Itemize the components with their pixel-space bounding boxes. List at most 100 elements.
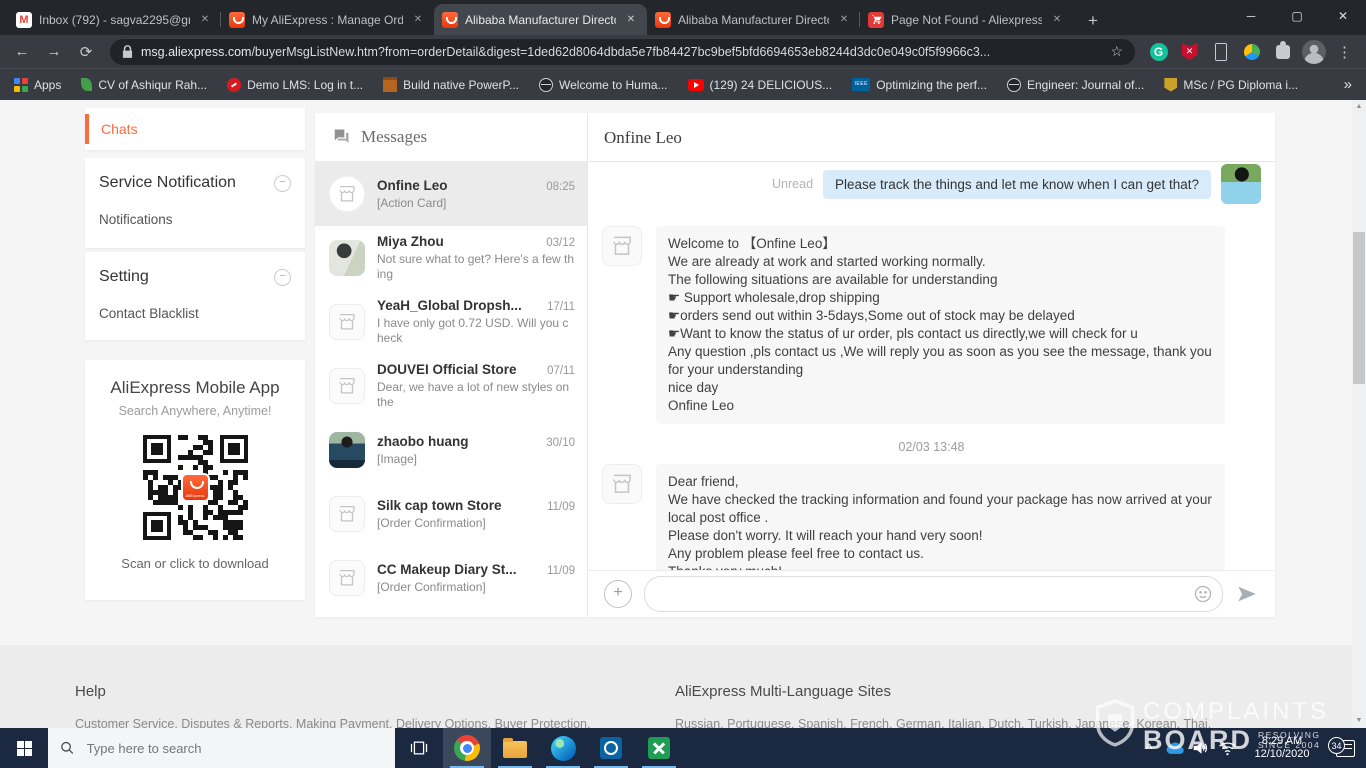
reload-button[interactable]: ⟳ — [72, 43, 100, 61]
conversation-time: 30/10 — [546, 437, 575, 449]
taskbar-edge-button[interactable] — [539, 728, 587, 768]
tab-gmail-inbox[interactable]: M Inbox (792) - sagva2295@gma ✕ — [8, 4, 221, 35]
contact-photo-avatar — [329, 432, 365, 468]
conversation-yeah-global[interactable]: YeaH_Global Dropsh...17/11 I have only g… — [315, 290, 587, 354]
bookmark-welcome-huma[interactable]: Welcome to Huma... — [539, 78, 667, 92]
tab-close-icon[interactable]: ✕ — [197, 12, 213, 28]
mcafee-extension-icon[interactable]: ✕ — [1176, 43, 1203, 60]
window-close-button[interactable]: ✕ — [1320, 0, 1366, 35]
bookmark-ieee[interactable]: IEEEOptimizing the perf... — [852, 78, 987, 92]
colorful-extension-icon[interactable] — [1238, 44, 1265, 60]
back-button[interactable]: ← — [8, 43, 36, 60]
minimize-button[interactable]: ─ — [1228, 0, 1274, 35]
tab-close-icon[interactable]: ✕ — [836, 12, 852, 28]
conversation-silk-cap-town[interactable]: Silk cap town Store11/09 [Order Confirma… — [315, 482, 587, 546]
profile-avatar[interactable] — [1300, 40, 1327, 64]
taskbar-excel-button[interactable] — [635, 728, 683, 768]
browser-tab-bar: M Inbox (792) - sagva2295@gma ✕ My AliEx… — [0, 0, 1366, 35]
emoji-smiley-icon[interactable] — [1193, 584, 1213, 604]
maximize-button[interactable]: ▢ — [1274, 0, 1320, 35]
bookmark-msc-diploma[interactable]: MSc / PG Diploma i... — [1164, 78, 1298, 92]
bookmarks-overflow-chevron[interactable]: » — [1344, 76, 1352, 93]
user-photo-avatar — [1221, 164, 1261, 204]
mobile-device-icon[interactable] — [1207, 43, 1234, 61]
chat-input-bar: + — [588, 570, 1275, 617]
windows-logo-icon — [17, 741, 32, 756]
conversation-preview: [Image] — [377, 452, 575, 467]
taskbar-search-box[interactable] — [48, 728, 395, 768]
sidebar-item-contact-blacklist[interactable]: Contact Blacklist — [85, 286, 305, 321]
incoming-message-bubble: Dear friend, We have checked the trackin… — [656, 464, 1225, 570]
ieee-icon: IEEE — [852, 78, 870, 91]
conversation-name: YeaH_Global Dropsh... — [377, 298, 522, 313]
tab-page-not-found[interactable]: Page Not Found - Aliexpress.c ✕ — [860, 4, 1073, 35]
message-timestamp: 02/03 13:48 — [602, 440, 1261, 454]
bookmark-powerapps[interactable]: Build native PowerP... — [383, 77, 519, 92]
tab-close-icon[interactable]: ✕ — [1049, 12, 1065, 28]
conversation-miya-zhou[interactable]: Miya Zhou03/12 Not sure what to get? Her… — [315, 226, 587, 290]
promo-title: AliExpress Mobile App — [85, 360, 305, 398]
bookmark-star-icon[interactable]: ☆ — [1110, 43, 1123, 60]
app-download-qr-code[interactable]: AliExpress — [137, 429, 254, 546]
conversation-cc-makeup-diary[interactable]: CC Makeup Diary St...11/09 [Order Confir… — [315, 546, 587, 610]
scroll-up-icon[interactable]: ▲ — [1352, 100, 1366, 114]
taskbar-outlook-button[interactable] — [587, 728, 635, 768]
aliexpress-favicon-icon — [655, 12, 671, 28]
start-button[interactable] — [0, 728, 48, 768]
attach-plus-button[interactable]: + — [604, 580, 632, 608]
store-avatar-icon — [329, 560, 365, 596]
address-bar[interactable]: msg.aliexpress.com/buyerMsgListNew.htm?f… — [110, 39, 1135, 65]
store-avatar-icon — [329, 368, 365, 404]
conversation-douvei[interactable]: DOUVEI Official Store07/11 Dear, we have… — [315, 354, 587, 418]
conversation-onfine-leo[interactable]: Onfine Leo08:25 [Action Card] — [315, 162, 587, 226]
taskbar-file-explorer-button[interactable] — [491, 728, 539, 768]
conversation-time: 11/09 — [547, 501, 575, 513]
grammarly-extension-icon[interactable]: G — [1145, 43, 1172, 61]
task-view-button[interactable] — [395, 728, 443, 768]
outgoing-message-bubble: Please track the things and let me know … — [823, 170, 1211, 199]
tab-my-aliexpress-orders[interactable]: My AliExpress : Manage Order ✕ — [221, 4, 434, 35]
page-scrollbar[interactable]: ▲ ▼ — [1352, 100, 1366, 728]
conversation-name: Onfine Leo — [377, 178, 448, 193]
tab-alibaba-directory-active[interactable]: Alibaba Manufacturer Director ✕ — [434, 4, 647, 35]
bookmark-cv[interactable]: CV of Ashiqur Rah... — [81, 78, 207, 92]
bookmark-demo-lms[interactable]: Demo LMS: Log in t... — [227, 78, 363, 92]
bookmark-engineer-journal[interactable]: Engineer: Journal of... — [1007, 78, 1144, 92]
bookmark-youtube[interactable]: (129) 24 DELICIOUS... — [688, 78, 833, 92]
chat-message-area: Unread Please track the things and let m… — [588, 162, 1275, 570]
collapse-icon[interactable]: − — [274, 269, 291, 286]
taskbar-search-input[interactable] — [85, 740, 383, 757]
extensions-puzzle-icon[interactable] — [1269, 45, 1296, 59]
scrollbar-thumb[interactable] — [1353, 232, 1365, 384]
incoming-message-bubble: Welcome to 【Onfine Leo】 We are already a… — [656, 226, 1225, 424]
bookmark-apps[interactable]: Apps — [14, 78, 61, 92]
message-input[interactable] — [645, 577, 1222, 611]
action-center-button[interactable]: 34 — [1324, 740, 1366, 757]
conversation-time: 07/11 — [547, 365, 575, 377]
send-button[interactable] — [1235, 583, 1259, 605]
conversation-preview: Not sure what to get? Here's a few thing — [377, 252, 575, 282]
sidebar-item-notifications[interactable]: Notifications — [85, 192, 305, 227]
tab-close-icon[interactable]: ✕ — [623, 12, 639, 28]
forward-button[interactable]: → — [40, 43, 68, 60]
conversation-name: zhaobo huang — [377, 434, 469, 449]
setting-section: Setting − Contact Blacklist — [85, 252, 305, 340]
conversation-zhaobo-huang[interactable]: zhaobo huang 30/10 [Image] — [315, 418, 587, 482]
chrome-menu-icon[interactable]: ⋮ — [1331, 43, 1358, 61]
sidebar-item-chats[interactable]: Chats — [85, 108, 305, 150]
scroll-down-icon[interactable]: ▼ — [1352, 714, 1366, 728]
collapse-icon[interactable]: − — [274, 175, 291, 192]
tab-close-icon[interactable]: ✕ — [410, 12, 426, 28]
edge-icon — [551, 736, 576, 761]
qr-finder-icon — [143, 512, 171, 540]
messages-title: Messages — [361, 127, 427, 147]
qr-finder-icon — [220, 435, 248, 463]
aliexpress-favicon-icon — [229, 12, 245, 28]
tab-alibaba-directory-2[interactable]: Alibaba Manufacturer Director ✕ — [647, 4, 860, 35]
youtube-icon — [688, 79, 704, 91]
medal-icon — [1164, 78, 1177, 92]
outgoing-message-row: Unread Please track the things and let m… — [602, 164, 1261, 204]
new-tab-button[interactable]: + — [1079, 7, 1107, 35]
taskbar-chrome-button[interactable] — [443, 728, 491, 768]
mobile-app-promo-card: AliExpress Mobile App Search Anywhere, A… — [85, 360, 305, 600]
